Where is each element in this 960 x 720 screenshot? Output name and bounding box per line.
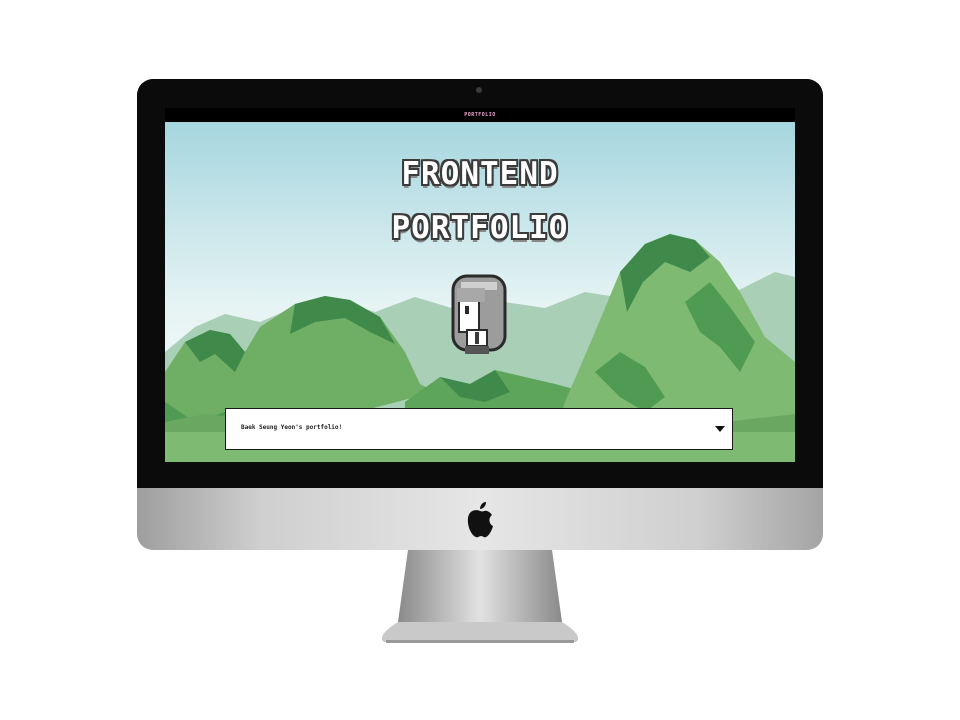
- dialog-box[interactable]: Baek Seung Yeon's portfolio!: [225, 408, 733, 450]
- webcam: [476, 87, 482, 93]
- dialog-text: Baek Seung Yeon's portfolio!: [241, 424, 343, 431]
- triangle-down-icon[interactable]: [715, 426, 725, 432]
- monitor-stand: [381, 550, 579, 643]
- pixel-character: [451, 274, 507, 354]
- hero-title-line1: FRONTEND: [401, 156, 559, 192]
- window-title: PORTFOLIO: [165, 108, 795, 122]
- game-scene[interactable]: FRONTEND PORTFOLIO Baek Seung Yeon's por…: [165, 122, 795, 462]
- apple-icon: [467, 502, 493, 538]
- screen: PORTFOLIO FRONTEND PORTFOLIO Baek Seung …: [165, 108, 795, 462]
- hero-title-line2: PORTFOLIO: [391, 210, 569, 246]
